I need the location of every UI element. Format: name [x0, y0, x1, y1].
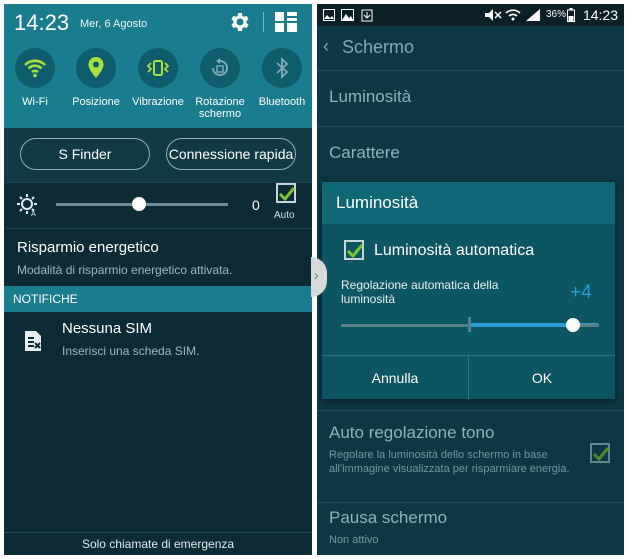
- battery-icon: [567, 8, 575, 22]
- back-chevron-icon[interactable]: ‹: [323, 36, 329, 57]
- auto-adjust-value: +4: [570, 282, 592, 303]
- download-icon: [361, 9, 373, 22]
- app-bar: ‹ Schermo: [317, 26, 624, 70]
- power-saving-subtitle: Modalità di risparmio energetico attivat…: [17, 263, 233, 277]
- notifications-header: NOTIFICHE: [4, 286, 312, 312]
- setting-font[interactable]: Carattere: [317, 126, 624, 182]
- auto-brightness-label[interactable]: Luminosità automatica: [374, 242, 534, 260]
- ok-button[interactable]: OK: [469, 356, 615, 400]
- toggle-bluetooth[interactable]: Bluetooth: [252, 48, 312, 108]
- auto-label: Auto: [274, 210, 295, 221]
- adjust-slider-thumb[interactable]: [566, 318, 580, 332]
- adjust-slider-track[interactable]: [341, 324, 471, 327]
- auto-brightness-checkbox[interactable]: [276, 183, 296, 203]
- power-saving-item[interactable]: Risparmio energetico Modalità di risparm…: [4, 228, 312, 286]
- setting-title: Auto regolazione tono: [329, 423, 495, 442]
- status-clock: 14:23: [14, 10, 70, 35]
- setting-auto-tone[interactable]: Auto regolazione tono Regolare la lumino…: [317, 410, 624, 502]
- toggle-location[interactable]: Posizione: [66, 48, 126, 108]
- toggle-rotation[interactable]: Rotazione schermo: [190, 48, 250, 120]
- cancel-button[interactable]: Annulla: [322, 356, 468, 400]
- setting-title: Carattere: [329, 143, 400, 162]
- toggle-label: Bluetooth: [258, 96, 306, 108]
- wifi-status-icon: [505, 9, 521, 21]
- brightness-auto-icon: A: [17, 194, 37, 217]
- notification-panel: 14:23 Mer, 6 Agosto Wi-Fi Posizione Vibr…: [4, 4, 312, 555]
- setting-screen-timeout[interactable]: Pausa schermo Non attivo: [317, 502, 624, 555]
- s-finder-button[interactable]: S Finder: [20, 138, 150, 170]
- notification-subtitle: Inserisci una scheda SIM.: [62, 344, 200, 358]
- power-saving-title: Risparmio energetico: [17, 239, 159, 256]
- brightness-row: A 0 Auto: [4, 182, 312, 228]
- auto-adjust-label: Regolazione automatica della luminosità: [341, 278, 499, 306]
- checkmark-icon: [278, 187, 296, 202]
- vibration-icon: [138, 48, 178, 88]
- adjust-slider-center-mark: [468, 317, 471, 332]
- gear-icon[interactable]: [228, 10, 252, 34]
- location-icon: [76, 48, 116, 88]
- status-clock: 14:23: [582, 7, 618, 23]
- screen-title[interactable]: Schermo: [342, 37, 414, 58]
- wifi-icon: [15, 48, 55, 88]
- brightness-value: 0: [252, 197, 260, 213]
- header-divider: [263, 12, 264, 32]
- status-bar: 36% 14:23: [317, 4, 624, 26]
- dialog-buttons: Annulla OK: [322, 355, 615, 400]
- status-date: Mer, 6 Agosto: [80, 18, 148, 30]
- dialog-title: Luminosità: [322, 182, 615, 224]
- setting-subtitle: Non attivo: [329, 534, 379, 546]
- shortcut-button-row: S Finder Connessione rapida: [4, 128, 312, 182]
- emergency-calls-label: Solo chiamate di emergenza: [4, 532, 312, 555]
- auto-tone-checkbox[interactable]: [590, 443, 610, 463]
- photo-icon: [323, 9, 335, 21]
- grid-edit-icon[interactable]: [274, 11, 298, 33]
- signal-icon: [526, 9, 540, 21]
- toggle-label: Rotazione schermo: [195, 96, 245, 120]
- quick-connect-button[interactable]: Connessione rapida: [166, 138, 296, 170]
- setting-title: Pausa schermo: [329, 508, 448, 527]
- checkmark-icon: [592, 447, 610, 462]
- quick-settings-header: 14:23 Mer, 6 Agosto Wi-Fi Posizione Vibr…: [4, 4, 312, 128]
- setting-subtitle: Regolare la luminosità dello schermo in …: [329, 449, 570, 475]
- auto-brightness-checkbox[interactable]: [344, 240, 364, 260]
- notification-item[interactable]: Nessuna SIM Inserisci una scheda SIM.: [4, 312, 312, 368]
- toggle-vibration[interactable]: Vibrazione: [128, 48, 188, 108]
- sim-card-icon: [25, 331, 41, 351]
- checkmark-icon: [346, 244, 364, 259]
- chevron-right-icon: ›: [314, 267, 319, 283]
- toggle-label: Vibrazione: [132, 96, 184, 108]
- setting-title: Luminosità: [329, 87, 412, 106]
- rotation-icon: [200, 48, 240, 88]
- adjust-slider-track-end[interactable]: [578, 324, 599, 327]
- svg-text:A: A: [31, 211, 36, 217]
- gallery-icon: [341, 9, 354, 21]
- toggle-wifi[interactable]: Wi-Fi: [5, 48, 65, 108]
- setting-brightness[interactable]: Luminosità: [317, 70, 624, 126]
- mute-icon: [485, 9, 502, 21]
- brightness-dialog: Luminosità Luminosità automatica Regolaz…: [322, 182, 615, 400]
- display-settings-screen: 36% 14:23 ‹ Schermo Luminosità Carattere…: [317, 4, 624, 555]
- battery-percent: 36%: [546, 9, 567, 20]
- notification-title: Nessuna SIM: [62, 320, 153, 337]
- toggle-label: Posizione: [72, 96, 120, 108]
- brightness-slider-thumb[interactable]: [131, 197, 146, 211]
- bluetooth-icon: [262, 48, 302, 88]
- toggle-label: Wi-Fi: [22, 96, 48, 108]
